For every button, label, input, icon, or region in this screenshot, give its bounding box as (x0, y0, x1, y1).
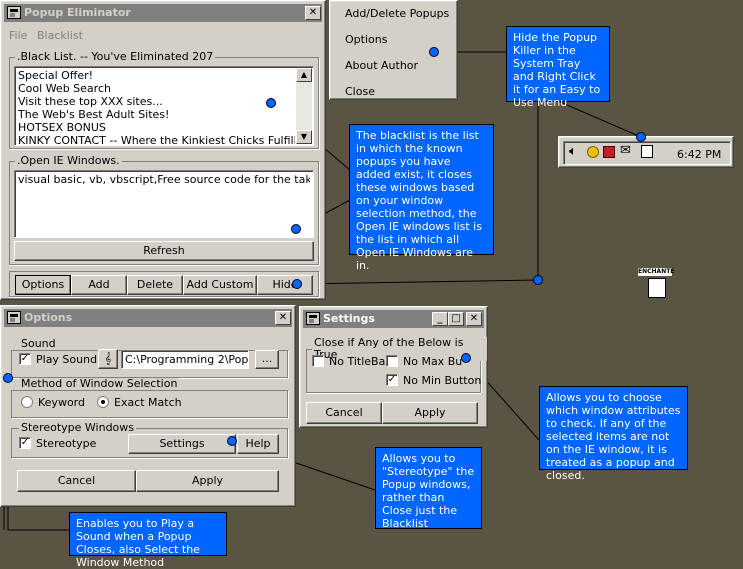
callout-sound: Enables you to Play a Sound when a Popup… (69, 512, 227, 569)
no-titlebar-label: No TitleBar (329, 355, 390, 368)
callout-stereotype: Allows you to "Stereotype" the Popup win… (375, 447, 482, 530)
callout-blacklist: The blacklist is the list in which the k… (349, 124, 494, 272)
popup-killer-tray-icon[interactable] (641, 145, 653, 158)
desktop-icon-label: ENCHANTE (638, 268, 675, 276)
app-icon (306, 312, 320, 325)
list-item[interactable]: visual basic, vb, vbscript,Free source c… (18, 173, 310, 186)
marker-dot (227, 436, 237, 446)
exact-match-label: Exact Match (114, 396, 182, 409)
add-button[interactable]: Add (71, 275, 127, 295)
marker-dot (461, 353, 471, 363)
settings-apply-button[interactable]: Apply (382, 402, 478, 424)
options-titlebar: Options (4, 309, 292, 327)
stereotype-checkbox[interactable]: ✓ (19, 437, 31, 449)
blacklist-scrollbar[interactable]: ▲ ▼ (296, 68, 312, 144)
ear-icon[interactable]: 𝄞 (98, 349, 118, 369)
cancel-button[interactable]: Cancel (17, 470, 136, 492)
add-custom-button[interactable]: Add Custom (183, 275, 257, 295)
apply-button[interactable]: Apply (136, 470, 279, 492)
scroll-up-icon[interactable]: ▲ (296, 68, 312, 82)
main-window: Popup Eliminator ✕ File Blacklist .Black… (0, 0, 326, 300)
callout-attributes: Allows you to choose which window attrib… (539, 386, 688, 482)
blacklist-label: .Black List. -- You've Eliminated 207 (15, 50, 216, 63)
marker-dot (636, 132, 646, 142)
minimize-icon[interactable]: _ (432, 312, 448, 326)
settings-title: Settings (323, 312, 375, 325)
marker-dot (429, 47, 439, 57)
exact-match-radio[interactable] (97, 396, 109, 408)
settings-window: Settings _ □ ✕ Close if Any of the Below… (299, 306, 488, 428)
marker-dot (266, 98, 276, 108)
list-item[interactable]: The Web's Best Adult Sites! (18, 108, 295, 121)
close-icon[interactable]: ✕ (466, 312, 482, 326)
method-group-label: Method of Window Selection (19, 377, 180, 390)
options-window: Options ✕ Sound ✓ Play Sound 𝄞 C:\Progra… (0, 305, 296, 507)
options-button[interactable]: Options (15, 275, 71, 295)
options-title: Options (24, 311, 73, 324)
list-item[interactable]: HOTSEX BONUS (18, 121, 295, 134)
browse-button[interactable]: ... (255, 350, 279, 369)
no-min-label: No Min Button (403, 374, 482, 387)
close-icon[interactable]: ✕ (305, 6, 321, 20)
open-windows-label: .Open IE Windows. (15, 154, 122, 167)
calendar-icon (648, 278, 666, 298)
list-item[interactable]: Special Offer! (18, 69, 295, 82)
settings-cancel-button[interactable]: Cancel (306, 402, 382, 424)
smiley-icon[interactable] (587, 146, 599, 158)
main-title: Popup Eliminator (24, 6, 131, 19)
keyword-label: Keyword (38, 396, 85, 409)
menu-item-close[interactable]: Close (330, 79, 457, 105)
menu-item-about[interactable]: About Author (330, 53, 457, 79)
stereotype-label: Stereotype (36, 437, 97, 450)
marker-dot (291, 224, 301, 234)
no-titlebar-checkbox[interactable] (312, 355, 324, 367)
menu-item-add-delete[interactable]: Add/Delete Popups (330, 1, 457, 27)
list-item[interactable]: Cool Web Search (18, 82, 295, 95)
callout-hide: Hide the Popup Killer in the System Tray… (506, 26, 610, 109)
system-tray: 🔈︎ ✉ 6:42 PM (558, 136, 734, 168)
menu-blacklist[interactable]: Blacklist (37, 29, 83, 42)
main-titlebar: Popup Eliminator (4, 4, 322, 22)
list-item[interactable]: Visit these top XXX sites... (18, 95, 295, 108)
close-icon[interactable]: ✕ (275, 311, 291, 325)
keyword-radio[interactable] (21, 396, 33, 408)
marker-dot (292, 279, 302, 289)
hide-button[interactable]: Hide (257, 275, 313, 295)
no-max-label: No Max Butt (403, 355, 463, 368)
no-max-checkbox[interactable] (386, 355, 398, 367)
help-button[interactable]: Help (237, 434, 279, 454)
settings-button[interactable]: Settings (128, 434, 236, 454)
play-sound-checkbox[interactable]: ✓ (19, 353, 31, 365)
speaker-icon[interactable]: 🔈︎ (569, 145, 577, 158)
list-item[interactable]: KINKY CONTACT -- Where the Kinkiest Chic… (18, 134, 295, 147)
marker-dot (3, 373, 13, 383)
open-windows-list[interactable]: visual basic, vb, vbscript,Free source c… (14, 170, 314, 238)
desktop-icon[interactable]: ENCHANTE (638, 268, 675, 302)
stereotype-group-label: Stereotype Windows (19, 421, 137, 434)
shield-icon[interactable] (603, 146, 615, 158)
refresh-button[interactable]: Refresh (14, 241, 314, 261)
tray-clock: 6:42 PM (677, 148, 722, 161)
app-icon (7, 311, 21, 324)
app-icon (7, 6, 21, 19)
sound-path-input[interactable]: C:\Programming 2\Popup (121, 350, 249, 369)
maximize-icon[interactable]: □ (448, 312, 464, 326)
delete-button[interactable]: Delete (127, 275, 183, 295)
menu-file[interactable]: File (9, 29, 27, 42)
marker-dot (533, 275, 543, 285)
no-min-checkbox[interactable]: ✓ (386, 374, 398, 386)
mail-icon[interactable]: ✉ (620, 144, 631, 157)
play-sound-label: Play Sound (36, 353, 98, 366)
scroll-down-icon[interactable]: ▼ (296, 130, 312, 144)
sound-group-label: Sound (19, 337, 58, 350)
